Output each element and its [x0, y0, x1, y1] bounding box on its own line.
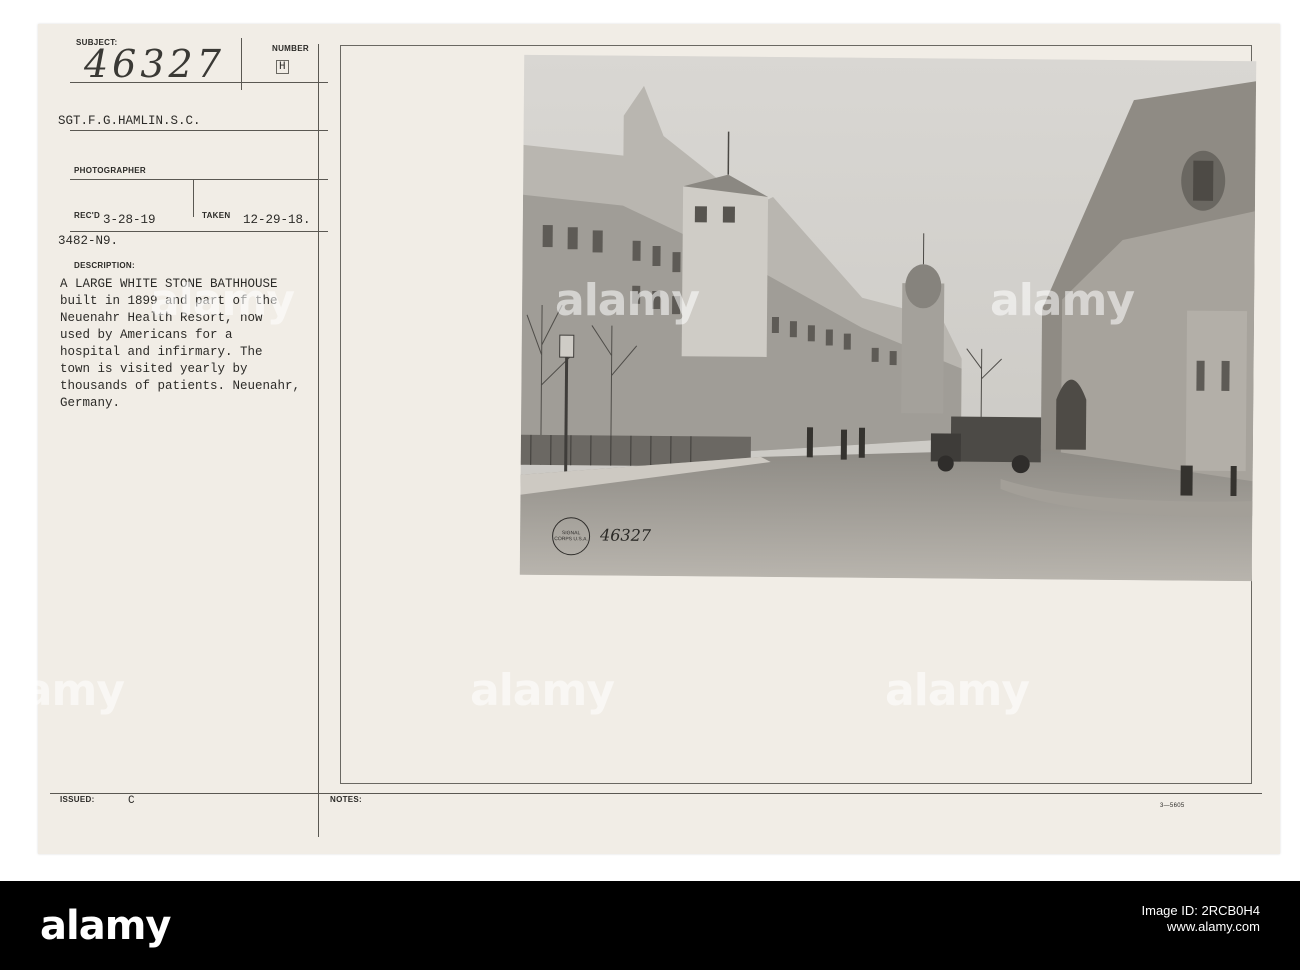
alamy-logo[interactable]: alamy [40, 903, 171, 949]
watermark: alamy [0, 665, 125, 716]
footer-image-info: Image ID: 2RCB0H4 www.alamy.com [1142, 903, 1261, 935]
number-value: H [276, 60, 289, 74]
taken-label: TAKEN [202, 211, 231, 220]
image-id: Image ID: 2RCB0H4 [1141, 903, 1261, 918]
recd-value: 3-28-19 [103, 213, 156, 227]
recd-taken-divider [193, 179, 194, 217]
subject-value: 46327 [84, 42, 225, 86]
reference-code: 3482-N9. [58, 234, 119, 248]
dates-underline [70, 231, 328, 232]
watermark: alamy [150, 275, 295, 326]
description-line: thousands of patients. Neuenahr, [60, 379, 301, 393]
notes-label: NOTES: [330, 795, 363, 804]
subject-number-divider [241, 38, 242, 90]
photographer-name: SGT.F.G.HAMLIN.S.C. [58, 114, 201, 128]
watermark: alamy [470, 665, 615, 716]
issued-label: ISSUED: [60, 795, 95, 804]
signal-corps-stamp: SIGNAL CORPS U.S.A. [551, 517, 591, 556]
description-line: Germany. [60, 396, 121, 410]
watermark: alamy [885, 665, 1030, 716]
form-number: 3—5605 [1160, 803, 1185, 809]
site-url[interactable]: www.alamy.com [1142, 919, 1260, 935]
photographer-label: PHOTOGRAPHER [74, 166, 146, 175]
taken-value: 12-29-18. [243, 213, 311, 227]
description-label: DESCRIPTION: [74, 261, 135, 270]
issued-rule [50, 793, 1262, 794]
stock-footer-bar: alamy Image ID: 2RCB0H4 www.alamy.com [0, 881, 1300, 970]
watermark: alamy [990, 275, 1135, 326]
photographer-label-rule [70, 179, 328, 180]
number-label: NUMBER [272, 44, 309, 53]
description-line: town is visited yearly by [60, 362, 248, 376]
description-line: hospital and infirmary. The [60, 345, 263, 359]
photo-handwritten-number: 46327 [600, 525, 652, 545]
watermark: alamy [555, 275, 700, 326]
recd-label: REC'D [74, 211, 101, 220]
description-line: used by Americans for a [60, 328, 233, 342]
issued-value: C [128, 795, 135, 807]
card-column-divider [318, 44, 319, 837]
photographer-underline [70, 130, 328, 131]
